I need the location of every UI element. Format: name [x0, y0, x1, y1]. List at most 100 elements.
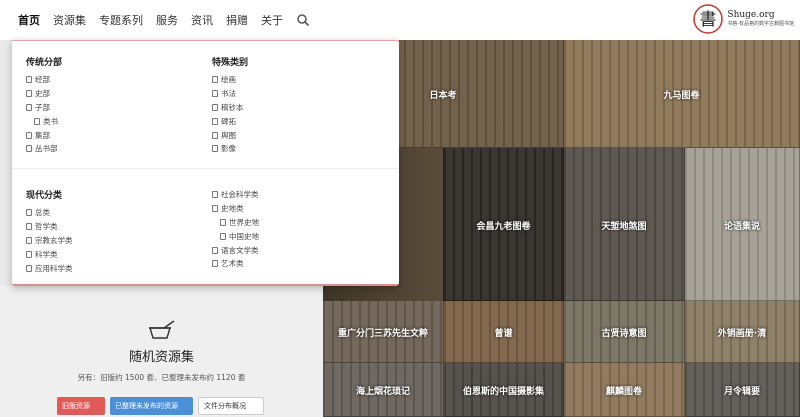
- logo-title: Shuge.org: [727, 10, 775, 20]
- collection-tile[interactable]: 九马图卷: [564, 40, 800, 148]
- category-icon: [26, 103, 32, 111]
- menu-item[interactable]: 中国史地: [212, 229, 259, 243]
- menu-item-label: 应用科学类: [35, 263, 73, 273]
- menu-item-label: 子部: [35, 102, 50, 112]
- menu-item-label: 影像: [221, 144, 236, 154]
- menu-item-label: 舆图: [221, 130, 236, 140]
- menu-item-label: 中国史地: [229, 231, 259, 241]
- nav-news[interactable]: 资讯: [191, 12, 213, 28]
- nav-home[interactable]: 首页: [18, 12, 40, 28]
- search-icon[interactable]: [296, 13, 310, 27]
- menu-item[interactable]: 语言文学类: [212, 243, 259, 257]
- menu-item[interactable]: 集部: [26, 128, 62, 142]
- category-icon: [26, 264, 32, 272]
- menu-item-label: 丛书部: [35, 144, 58, 154]
- site-logo[interactable]: 書 Shuge.org 书格·有品格的数字古籍图书馆: [692, 3, 794, 35]
- menu-item-label: 社会科学类: [221, 190, 259, 200]
- menu-special: 特殊类别 绘画 书法 稿钞本 碑拓 舆图 影像: [212, 55, 248, 156]
- category-icon: [26, 90, 32, 98]
- menu-item-label: 史地类: [221, 204, 244, 214]
- collection-tile[interactable]: 外销画册·清: [685, 301, 800, 363]
- category-icon: [212, 131, 218, 139]
- tile-label: 曾谱: [494, 329, 513, 339]
- menu-item[interactable]: 类书: [26, 114, 62, 128]
- nav-menu: 首页 资源集 专题系列 服务 资讯 捐赠 关于: [0, 12, 296, 28]
- nav-services[interactable]: 服务: [156, 12, 178, 28]
- collection-tile[interactable]: 古贤诗意图: [564, 301, 685, 363]
- collection-tile[interactable]: 会昌九老图卷: [444, 148, 564, 301]
- action-buttons: 旧版资源 已整理未发布的资源 文件分布概况: [57, 397, 264, 415]
- nav-series[interactable]: 专题系列: [99, 12, 143, 28]
- menu-item-label: 经部: [35, 75, 50, 85]
- category-icon: [212, 90, 218, 98]
- menu-item[interactable]: 应用科学类: [26, 261, 73, 275]
- menu-item[interactable]: 艺术类: [212, 257, 259, 271]
- menu-item-label: 宗教玄学类: [35, 235, 73, 245]
- menu-traditional: 传统分部 经部史部 子部类书集部丛书部: [26, 55, 62, 156]
- svg-text:書: 書: [700, 10, 717, 30]
- menu-item[interactable]: 史地类: [212, 202, 259, 216]
- tile-label: 论语集说: [723, 221, 760, 232]
- category-dropdown: 传统分部 经部 史部 子部 类书 集部 丛书部 特殊类别 绘画 书法 稿钞本 碑拓 舆图 影像 现代…: [12, 40, 399, 286]
- file-distribution-button[interactable]: 文件分布概况: [198, 397, 264, 415]
- category-icon: [220, 218, 226, 226]
- category-icon: [26, 76, 32, 84]
- menu-item[interactable]: 舆图: [212, 128, 248, 142]
- collection-tile[interactable]: 海上烟花琐记: [323, 363, 444, 417]
- menu-item[interactable]: 世界史地: [212, 216, 259, 230]
- category-icon: [34, 117, 40, 125]
- logo-subtitle: 书格·有品格的数字古籍图书馆: [727, 21, 794, 27]
- menu-heading-traditional: 传统分部: [26, 58, 63, 68]
- tile-label: 外销画册·清: [717, 329, 767, 339]
- menu-divider: [12, 168, 399, 169]
- menu-item-label: 碑拓: [221, 116, 236, 126]
- menu-item[interactable]: 子部: [26, 101, 62, 115]
- menu-item[interactable]: 经部: [26, 73, 62, 87]
- category-icon: [212, 145, 218, 153]
- category-icon: [26, 145, 32, 153]
- menu-item[interactable]: 总类: [26, 206, 73, 220]
- collection-tile[interactable]: 论语集说: [685, 148, 800, 301]
- unpublished-resources-button[interactable]: 已整理未发布的资源: [110, 397, 193, 415]
- nav-collections[interactable]: 资源集: [53, 12, 86, 28]
- menu-item-label: 集部: [35, 130, 50, 140]
- menu-item[interactable]: 社会科学类: [212, 188, 259, 202]
- menu-item[interactable]: 科学类: [26, 247, 73, 261]
- collection-tile[interactable]: 伯恩斯的中国摄影集: [444, 363, 564, 417]
- menu-item[interactable]: 碑拓: [212, 114, 248, 128]
- menu-item[interactable]: 绘画: [212, 73, 248, 87]
- menu-item-label: 语言文学类: [221, 245, 259, 255]
- menu-item-label: 科学类: [35, 249, 58, 259]
- collection-tile[interactable]: 重广分门三苏先生文粹: [323, 301, 444, 363]
- category-icon: [212, 76, 218, 84]
- category-icon: [26, 209, 32, 217]
- menu-item[interactable]: 丛书部: [26, 142, 62, 156]
- nav-donate[interactable]: 捐赠: [226, 12, 248, 28]
- menu-item-label: 世界史地: [229, 217, 259, 227]
- menu-item[interactable]: 稿钞本: [212, 101, 248, 115]
- tile-label: 重广分门三苏先生文粹: [337, 329, 428, 339]
- category-icon: [26, 223, 32, 231]
- menu-item[interactable]: 史部: [26, 87, 62, 101]
- menu-heading-modern: 现代分类: [26, 191, 63, 201]
- menu-item[interactable]: 书法: [212, 87, 248, 101]
- category-icon: [26, 131, 32, 139]
- nav-about[interactable]: 关于: [261, 12, 283, 28]
- collection-tile[interactable]: 麒麟图卷: [564, 363, 685, 417]
- menu-item[interactable]: 哲学类: [26, 220, 73, 234]
- menu-item[interactable]: 影像: [212, 142, 248, 156]
- category-icon: [212, 103, 218, 111]
- collection-tile[interactable]: 曾谱: [444, 301, 564, 363]
- old-resources-button[interactable]: 旧版资源: [57, 397, 105, 415]
- menu-item-label: 书法: [221, 89, 236, 99]
- menu-item-label: 艺术类: [221, 259, 244, 269]
- menu-item[interactable]: 宗教玄学类: [26, 234, 73, 248]
- category-icon: [212, 260, 218, 268]
- collection-tile[interactable]: 月令辑要: [685, 363, 800, 417]
- category-icon: [212, 117, 218, 125]
- collection-tile[interactable]: 天堑地煞图: [564, 148, 685, 301]
- dropdown-top-border: [12, 40, 399, 41]
- menu-modern-2: 社会科学类史地类世界史地中国史地语言文学类艺术类: [212, 188, 259, 271]
- menu-item-label: 稿钞本: [221, 102, 244, 112]
- tile-label: 天堑地煞图: [601, 221, 647, 232]
